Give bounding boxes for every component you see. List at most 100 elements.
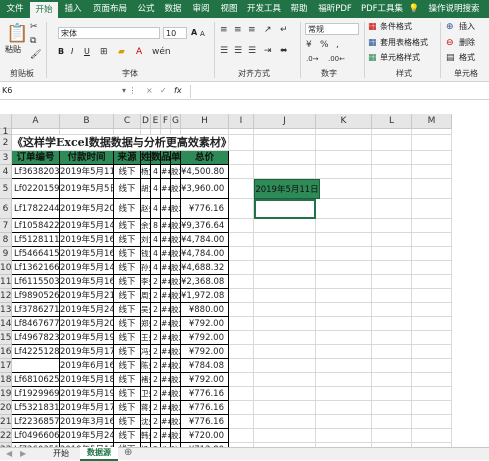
table-cell[interactable]: 钱女 [141, 247, 151, 261]
cell[interactable] [372, 179, 412, 199]
cell[interactable] [254, 135, 316, 151]
cell[interactable] [316, 165, 372, 179]
table-cell[interactable]: ## [161, 247, 171, 261]
table-cell[interactable]: 2019年5月17日 [60, 345, 114, 359]
table-header-cell[interactable]: 来源 [114, 151, 141, 165]
delete-cells-button[interactable]: 删除 [459, 37, 475, 49]
tab-data[interactable]: 数据 [160, 0, 186, 18]
tab-page-layout[interactable]: 页面布局 [88, 0, 132, 18]
tab-help[interactable]: 帮助 [286, 0, 312, 18]
tell-me-search[interactable]: 操作说明搜索 [422, 0, 486, 18]
active-cell-K6[interactable] [254, 199, 316, 219]
table-cell[interactable]: 卫先 [141, 387, 151, 401]
cell[interactable] [229, 233, 254, 247]
name-box[interactable]: K6 [0, 85, 118, 98]
copy-icon[interactable]: ⧉ [30, 36, 36, 47]
table-cell[interactable]: 2019年5月21日 [60, 289, 114, 303]
table-cell[interactable]: 胶发 [171, 275, 181, 289]
orientation-icon[interactable]: ↗ [264, 25, 272, 36]
table-cell[interactable]: ¥792.00 [181, 373, 229, 387]
table-cell[interactable]: 李先 [141, 275, 151, 289]
cell[interactable] [229, 199, 254, 219]
table-cell[interactable]: 胶发 [171, 289, 181, 303]
table-cell[interactable]: ¥792.00 [181, 345, 229, 359]
cell[interactable] [372, 165, 412, 179]
cell[interactable] [254, 387, 316, 401]
name-box-dropdown-icon[interactable]: ▾ ⋮ [122, 85, 137, 97]
table-cell[interactable]: 蒋先 [141, 401, 151, 415]
table-cell[interactable]: 杨女 [141, 165, 151, 179]
cell[interactable] [316, 135, 372, 151]
cell[interactable] [412, 247, 452, 261]
cell[interactable] [372, 303, 412, 317]
table-cell[interactable]: Lf3638203 [12, 165, 60, 179]
table-cell[interactable]: 2 [151, 373, 161, 387]
table-cell[interactable]: 吴先 [141, 303, 151, 317]
cell[interactable] [316, 345, 372, 359]
cell[interactable] [372, 401, 412, 415]
table-cell[interactable]: 韩先 [141, 429, 151, 443]
column-header-H[interactable]: H [181, 114, 229, 129]
table-cell[interactable]: 2 [151, 387, 161, 401]
cell[interactable] [316, 275, 372, 289]
cell[interactable] [229, 179, 254, 199]
cell[interactable] [254, 165, 316, 179]
cell[interactable] [316, 429, 372, 443]
table-cell[interactable]: ¥3,960.00 [181, 179, 229, 199]
table-cell[interactable]: ## [161, 429, 171, 443]
cell[interactable] [316, 151, 372, 165]
format-painter-icon[interactable]: 🖌 [30, 50, 41, 61]
table-cell[interactable]: ## [161, 219, 171, 233]
conditional-format-button[interactable]: 条件格式 [380, 21, 412, 33]
table-cell[interactable]: ¥776.16 [181, 401, 229, 415]
table-cell[interactable]: 2019年6月16日 [60, 359, 114, 373]
table-cell[interactable]: ¥776.16 [181, 387, 229, 401]
tab-insert[interactable]: 插入 [60, 0, 86, 18]
table-cell[interactable]: ¥4,784.00 [181, 247, 229, 261]
tab-foxit-pdf[interactable]: 福昕PDF [314, 0, 356, 18]
table-cell[interactable]: ¥720.00 [181, 429, 229, 443]
cell[interactable] [229, 303, 254, 317]
table-cell[interactable]: 2019年5月19日 [60, 387, 114, 401]
table-cell[interactable]: 胶发 [171, 359, 181, 373]
underline-button[interactable]: U [84, 46, 90, 58]
tab-file[interactable]: 文件 [2, 0, 28, 18]
sheet-title[interactable]: 《这样学Excel数据数据与分析更高效素材》 [12, 135, 229, 151]
table-cell[interactable]: 2 [151, 401, 161, 415]
cell[interactable] [412, 359, 452, 373]
cell[interactable] [412, 331, 452, 345]
row-header-13[interactable]: 13 [0, 303, 12, 317]
cell[interactable] [229, 331, 254, 345]
table-cell[interactable]: 线下 [114, 387, 141, 401]
cell[interactable] [316, 261, 372, 275]
row-header-12[interactable]: 12 [0, 289, 12, 303]
cut-icon[interactable]: ✂ [30, 22, 38, 33]
table-cell[interactable]: 线下 [114, 179, 141, 199]
cell[interactable] [254, 247, 316, 261]
cell[interactable] [412, 233, 452, 247]
table-header-cell[interactable]: 品名 [161, 151, 171, 165]
cell[interactable] [412, 317, 452, 331]
cell[interactable] [316, 219, 372, 233]
table-cell[interactable]: 线下 [114, 331, 141, 345]
table-cell[interactable]: Lf4967823 [12, 331, 60, 345]
table-cell[interactable]: Lf5128111 [12, 233, 60, 247]
comma-icon[interactable]: , [336, 40, 339, 51]
table-cell[interactable]: ¥9,376.64 [181, 219, 229, 233]
table-cell[interactable]: 2 [151, 429, 161, 443]
table-cell[interactable]: ## [161, 387, 171, 401]
cell[interactable] [372, 331, 412, 345]
column-header-K[interactable]: K [316, 114, 372, 129]
table-cell[interactable]: 余女 [141, 219, 151, 233]
table-cell[interactable]: 线下 [114, 345, 141, 359]
table-cell[interactable]: 2019年3月16日 [60, 415, 114, 429]
table-header-cell[interactable]: 数量 [151, 151, 161, 165]
merge-center-icon[interactable]: ⬌ [280, 46, 288, 57]
table-cell[interactable]: ## [161, 179, 171, 199]
table-header-cell[interactable]: 订单编号 [12, 151, 60, 165]
table-cell[interactable]: 线下 [114, 373, 141, 387]
table-cell[interactable]: 胶发 [171, 219, 181, 233]
cell[interactable] [412, 429, 452, 443]
cell[interactable] [229, 165, 254, 179]
next-sheet-icon[interactable]: ▶ [20, 448, 26, 460]
